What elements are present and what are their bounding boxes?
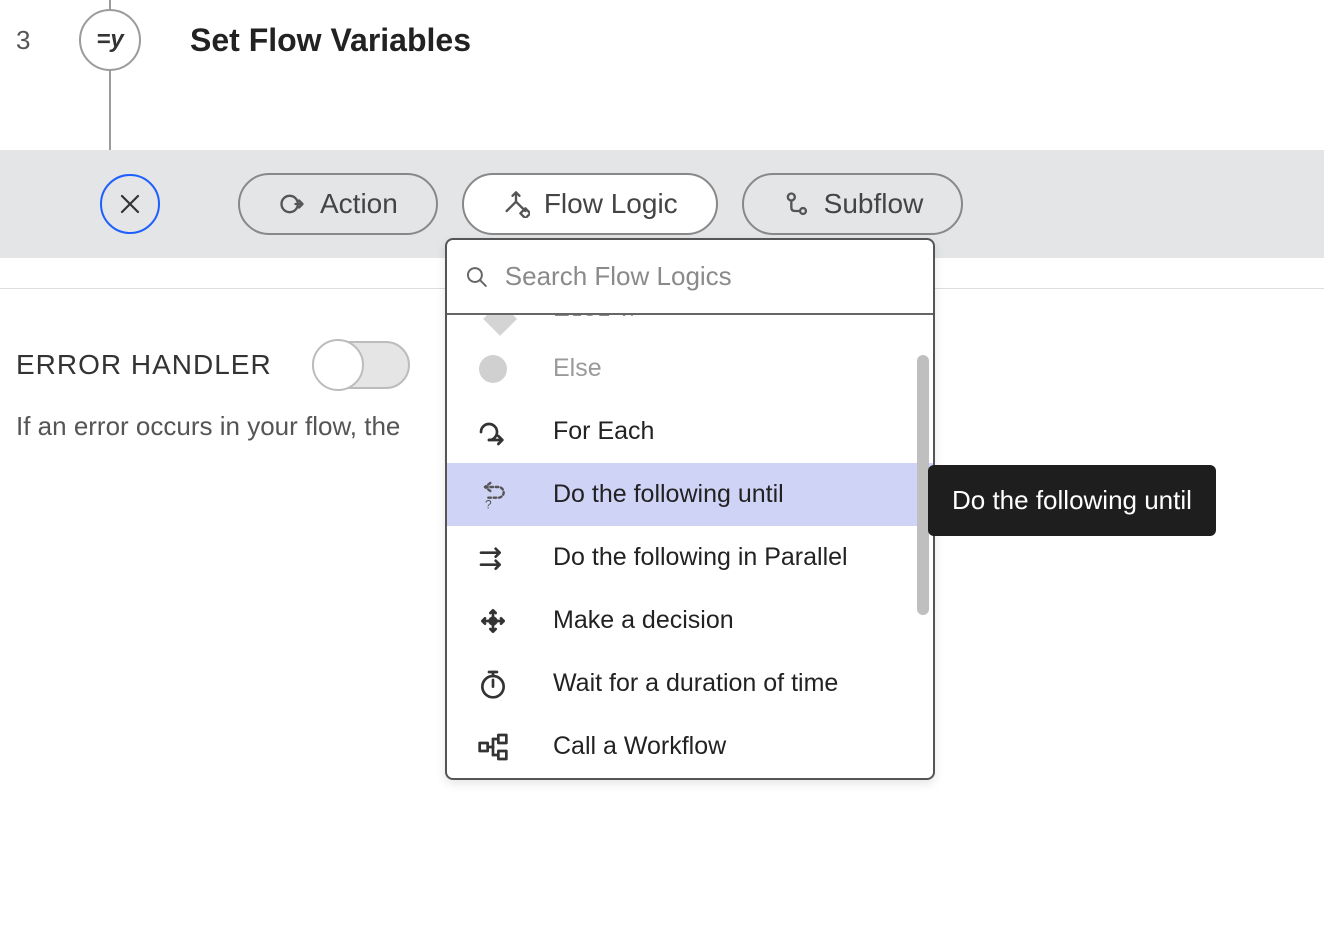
decision-icon	[477, 605, 509, 637]
error-handler-title: ERROR HANDLER	[16, 349, 272, 381]
close-icon	[118, 192, 142, 216]
step-number: 3	[10, 25, 60, 56]
option-label: Else	[553, 354, 602, 383]
option-elseif-partial[interactable]: Else If	[447, 315, 933, 337]
option-label: Do the following in Parallel	[553, 543, 848, 572]
flow-logic-pill[interactable]: Flow Logic	[462, 173, 718, 235]
svg-text:?: ?	[485, 497, 492, 511]
step-title: Set Flow Variables	[190, 22, 471, 59]
options-list: Else If Else For Each ? Do the following…	[447, 315, 933, 778]
subflow-pill[interactable]: Subflow	[742, 173, 964, 235]
option-label: Wait for a duration of time	[553, 669, 838, 698]
option-wait[interactable]: Wait for a duration of time	[447, 652, 933, 715]
close-button[interactable]	[100, 174, 160, 234]
error-handler-toggle[interactable]	[312, 341, 410, 389]
option-foreach[interactable]: For Each	[447, 400, 933, 463]
subflow-icon	[782, 190, 810, 218]
option-label: Do the following until	[553, 480, 784, 509]
flow-logic-icon	[502, 190, 530, 218]
option-label: For Each	[553, 417, 654, 446]
action-pill[interactable]: Action	[238, 173, 438, 235]
search-input[interactable]	[503, 260, 915, 293]
set-variables-node[interactable]: =y	[79, 9, 141, 71]
loop-until-icon: ?	[477, 479, 509, 511]
option-label: Call a Workflow	[553, 732, 726, 761]
workflow-icon	[477, 731, 509, 763]
toggle-knob	[312, 339, 364, 391]
option-parallel[interactable]: Do the following in Parallel	[447, 526, 933, 589]
option-decision[interactable]: Make a decision	[447, 589, 933, 652]
node-area: =y	[60, 9, 160, 71]
dot-icon	[479, 355, 507, 383]
stopwatch-icon	[477, 668, 509, 700]
tooltip-text: Do the following until	[952, 485, 1192, 515]
parallel-icon	[477, 542, 509, 574]
search-icon	[465, 264, 489, 290]
search-row	[447, 240, 933, 315]
action-icon	[278, 190, 306, 218]
option-workflow[interactable]: Call a Workflow	[447, 715, 933, 778]
option-else[interactable]: Else	[447, 337, 933, 400]
option-label: Else If	[553, 315, 643, 323]
diamond-icon	[483, 315, 517, 336]
flow-step-row: 3 =y Set Flow Variables	[0, 0, 1324, 80]
option-do-until[interactable]: ? Do the following until	[447, 463, 933, 526]
node-symbol: =y	[96, 26, 123, 54]
option-label: Make a decision	[553, 606, 734, 635]
flow-logic-dropdown: Else If Else For Each ? Do the following…	[445, 238, 935, 780]
action-label: Action	[320, 188, 398, 220]
tooltip: Do the following until	[928, 465, 1216, 536]
foreach-icon	[477, 416, 509, 448]
flow-logic-label: Flow Logic	[544, 188, 678, 220]
subflow-label: Subflow	[824, 188, 924, 220]
